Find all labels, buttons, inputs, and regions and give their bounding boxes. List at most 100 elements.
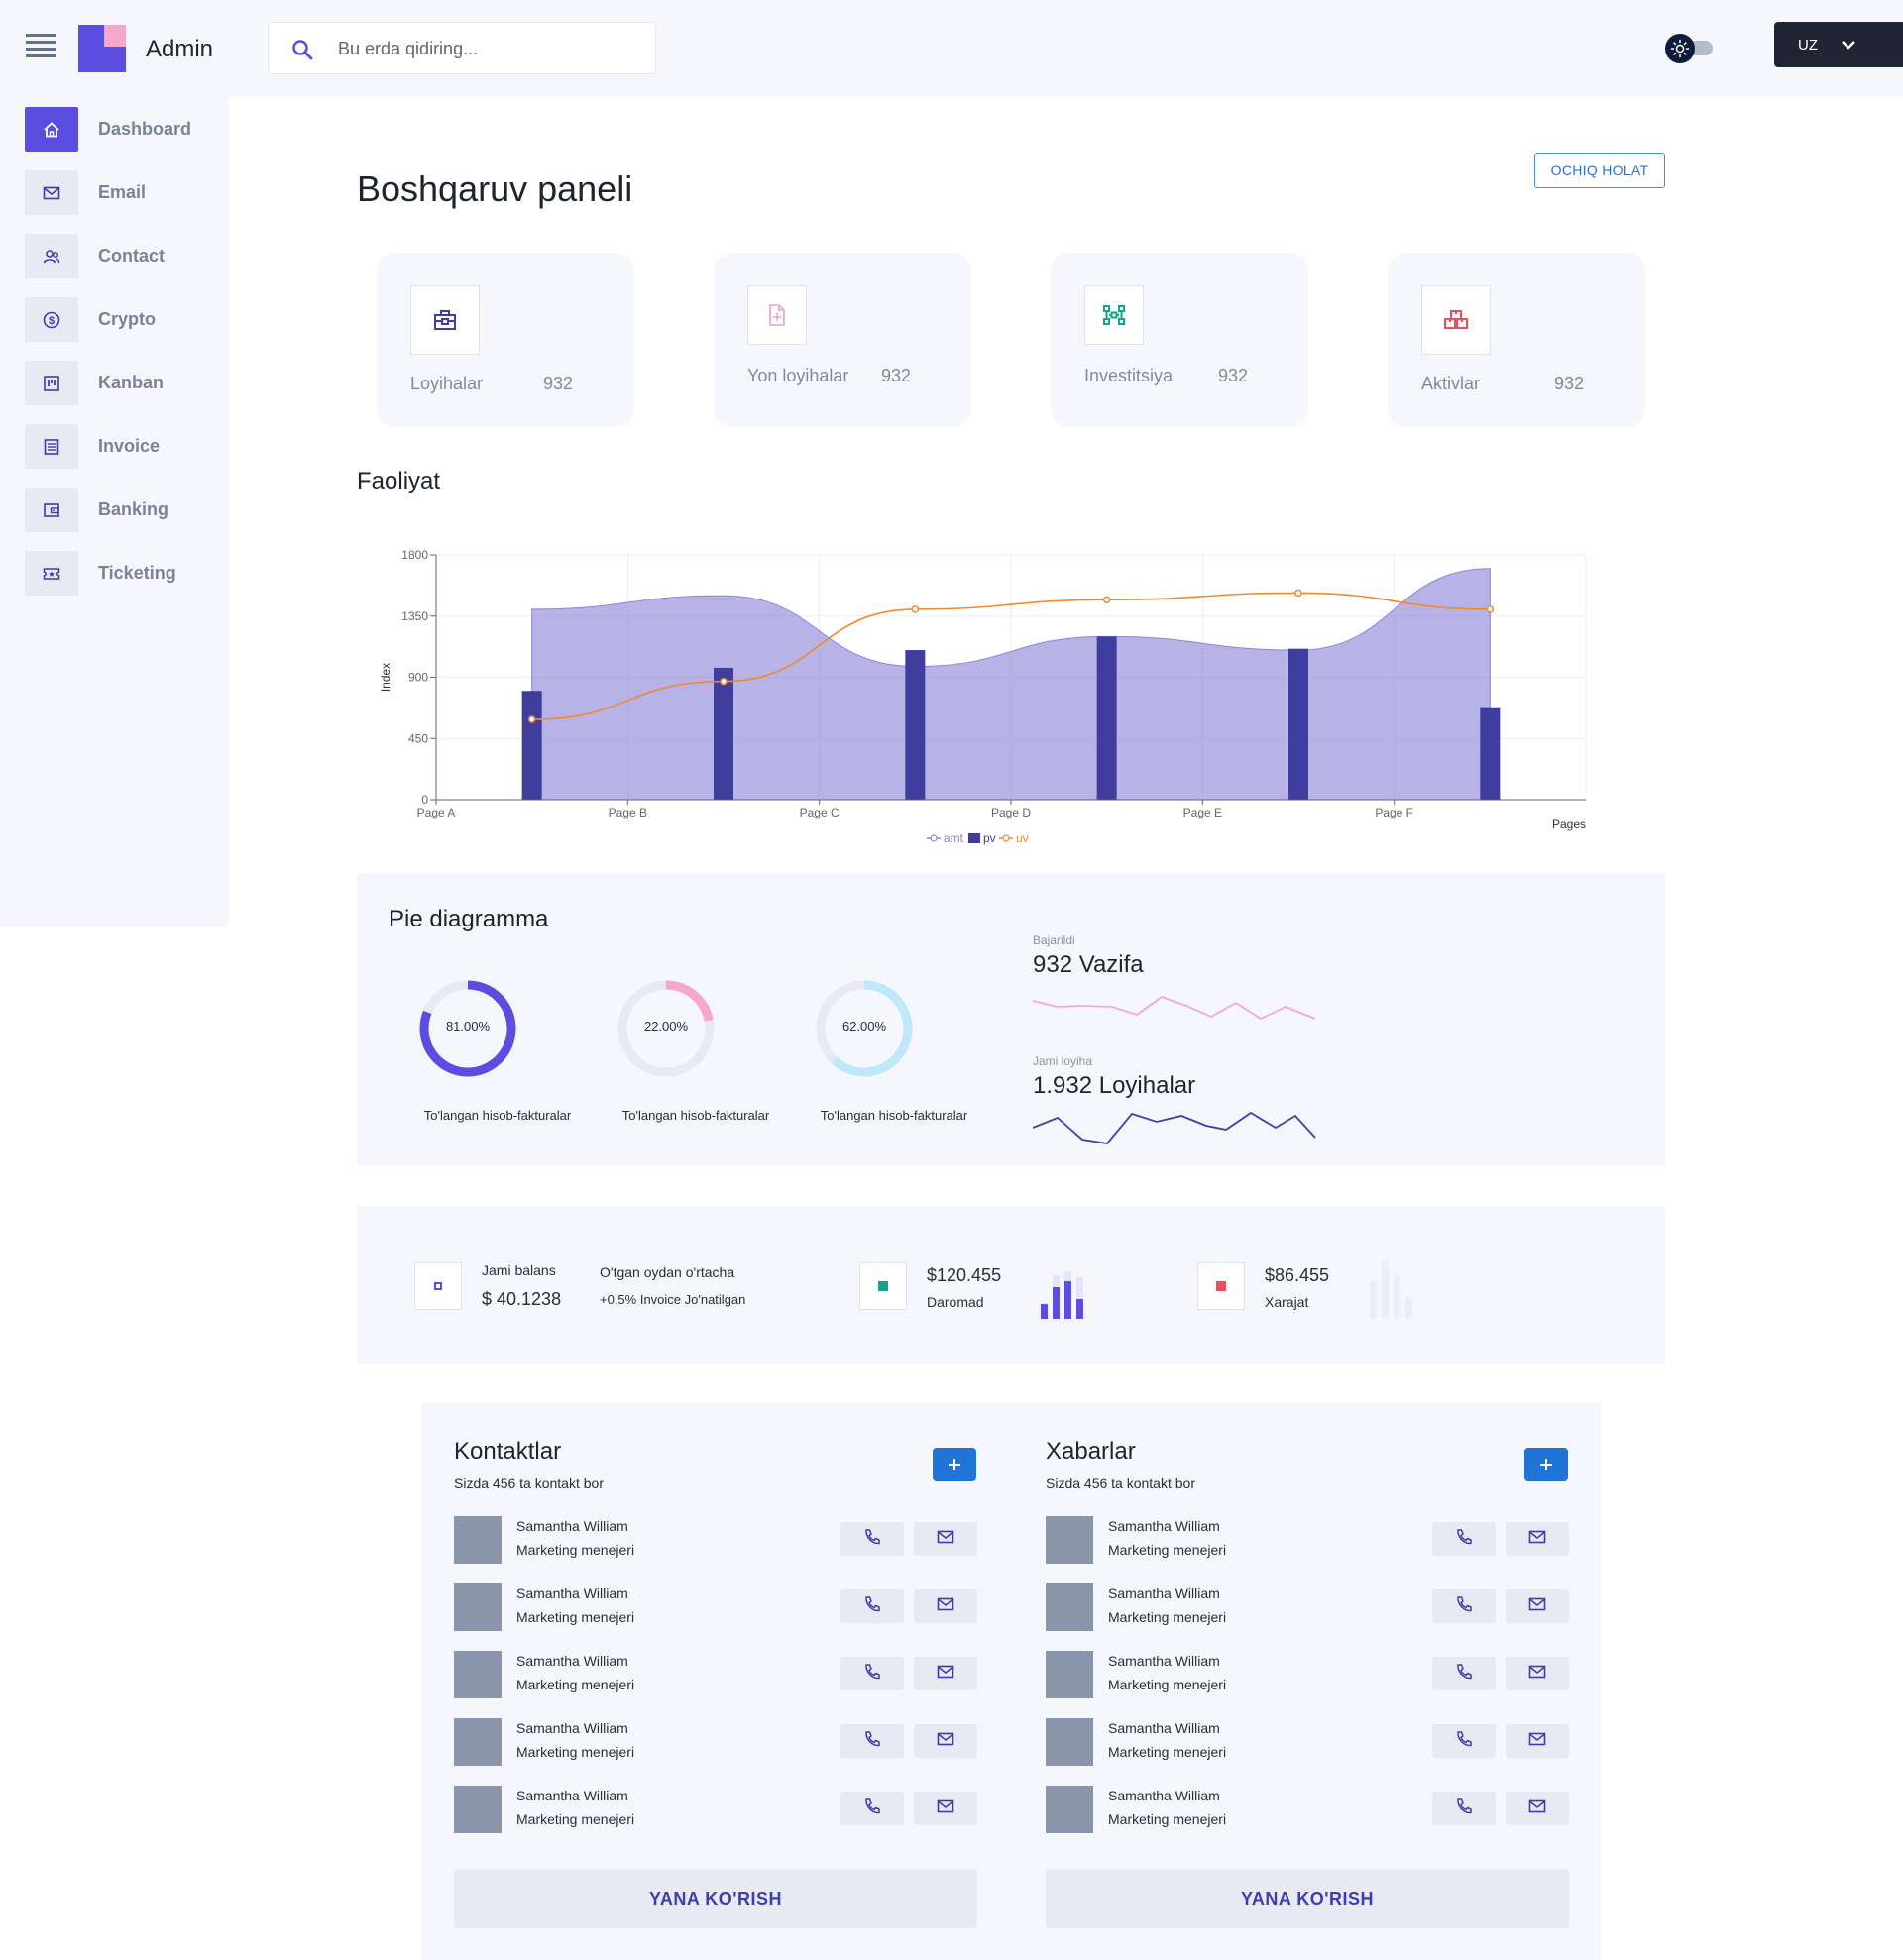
call-button[interactable] — [1432, 1589, 1496, 1623]
avatar — [1046, 1786, 1093, 1833]
mail-icon — [1527, 1527, 1547, 1552]
expense-icon — [1197, 1262, 1245, 1310]
contact-role: Marketing menejeri — [516, 1677, 635, 1692]
language-select[interactable]: UZ — [1774, 22, 1903, 67]
theme-toggle[interactable] — [1665, 34, 1715, 63]
stat-label: Aktivlar — [1421, 374, 1481, 393]
contacts-panel: Kontaktlar Sizda 456 ta kontakt bor Sama… — [421, 1403, 1601, 1960]
contacts-more-button[interactable]: YANA KO'RISH — [454, 1869, 977, 1928]
mail-icon — [1527, 1662, 1547, 1687]
email-button[interactable] — [914, 1657, 977, 1690]
email-button[interactable] — [914, 1589, 977, 1623]
stat-value: 932 — [1554, 374, 1585, 393]
contact-name: Samantha William — [1108, 1653, 1220, 1669]
search-input[interactable] — [338, 37, 635, 60]
state-button[interactable]: OCHIQ HOLAT — [1534, 153, 1665, 188]
contact-name: Samantha William — [516, 1788, 628, 1803]
total-balance-value: $ 40.1238 — [482, 1289, 562, 1309]
projects-sparkline — [1033, 1111, 1316, 1144]
x-tick-label: Page A — [417, 806, 456, 819]
phone-icon — [862, 1797, 882, 1821]
stat-card-assets[interactable]: Aktivlar 932 — [1388, 253, 1645, 427]
donut-label: To'langan hisob-fakturalar — [621, 1108, 770, 1123]
email-button[interactable] — [1506, 1657, 1569, 1690]
legend-label: uv — [1016, 831, 1029, 845]
stat-card-investment[interactable]: Investitsiya 932 — [1051, 253, 1308, 427]
stat-card-side-projects[interactable]: Yon loyihalar 932 — [714, 253, 971, 427]
x-tick-label: Page B — [609, 806, 647, 819]
contact-name: Samantha William — [1108, 1788, 1220, 1803]
contact-role: Marketing menejeri — [1108, 1811, 1227, 1827]
plus-icon — [1540, 1459, 1552, 1470]
call-button[interactable] — [840, 1522, 904, 1556]
call-button[interactable] — [840, 1657, 904, 1690]
mail-icon — [936, 1662, 955, 1687]
network-icon — [1084, 285, 1144, 345]
point-uv — [911, 605, 920, 613]
expense-mini-bars — [1370, 1261, 1412, 1319]
sidebar-item-contact[interactable]: Contact — [25, 234, 223, 278]
sidebar-item-invoice[interactable]: Invoice — [25, 424, 223, 469]
point-uv — [1486, 605, 1495, 613]
add-contact-button[interactable] — [933, 1448, 976, 1481]
y-axis-label: Index — [379, 663, 392, 692]
email-button[interactable] — [1506, 1792, 1569, 1825]
stat-value: 932 — [1218, 366, 1249, 385]
donut-percent: 62.00% — [841, 1019, 887, 1034]
call-button[interactable] — [1432, 1522, 1496, 1556]
list-item: Samantha William Marketing menejeri — [454, 1649, 977, 1700]
income-mini-bars — [1041, 1271, 1083, 1319]
pie-panel: Pie diagramma 81.00% To'langan hisob-fak… — [357, 874, 1665, 1166]
call-button[interactable] — [840, 1724, 904, 1758]
contacts-title: Kontaktlar — [454, 1438, 562, 1465]
page-title: Boshqaruv paneli — [357, 168, 633, 209]
call-button[interactable] — [1432, 1724, 1496, 1758]
call-button[interactable] — [1432, 1792, 1496, 1825]
call-button[interactable] — [840, 1589, 904, 1623]
contact-role: Marketing menejeri — [516, 1542, 635, 1558]
sidebar-item-dashboard[interactable]: Dashboard — [25, 107, 223, 152]
sidebar-item-crypto[interactable]: $ Crypto — [25, 297, 223, 342]
donut-label: To'langan hisob-fakturalar — [423, 1108, 572, 1123]
mail-icon — [25, 170, 78, 215]
list-item: Samantha William Marketing menejeri — [1046, 1784, 1569, 1835]
contact-name: Samantha William — [516, 1653, 628, 1669]
search-box[interactable] — [268, 22, 656, 74]
search-icon — [292, 40, 313, 60]
briefcase-icon — [410, 285, 480, 355]
avatar — [1046, 1718, 1093, 1766]
list-item: Samantha William Marketing menejeri — [1046, 1716, 1569, 1768]
phone-icon — [1454, 1797, 1474, 1821]
sidebar-item-label: Ticketing — [98, 563, 176, 583]
point-uv — [1102, 596, 1111, 604]
income-label: Daromad — [927, 1294, 984, 1310]
email-button[interactable] — [1506, 1589, 1569, 1623]
file-plus-icon — [747, 285, 807, 345]
email-button[interactable] — [914, 1724, 977, 1758]
sidebar-item-ticketing[interactable]: Ticketing — [25, 551, 223, 596]
donut-label: To'langan hisob-fakturalar — [820, 1108, 968, 1123]
list-item: Samantha William Marketing menejeri — [454, 1784, 977, 1835]
sidebar-item-label: Contact — [98, 246, 165, 266]
list-item: Samantha William Marketing menejeri — [454, 1716, 977, 1768]
email-button[interactable] — [914, 1522, 977, 1556]
mail-icon — [936, 1729, 955, 1754]
sidebar-item-email[interactable]: Email — [25, 170, 223, 215]
sidebar-item-kanban[interactable]: Kanban — [25, 361, 223, 405]
messages-more-button[interactable]: YANA KO'RISH — [1046, 1869, 1569, 1928]
ticket-icon — [25, 551, 78, 596]
contact-name: Samantha William — [1108, 1518, 1220, 1534]
add-message-button[interactable] — [1524, 1448, 1568, 1481]
call-button[interactable] — [1432, 1657, 1496, 1690]
phone-icon — [862, 1662, 882, 1687]
email-button[interactable] — [1506, 1724, 1569, 1758]
sidebar-item-banking[interactable]: Banking — [25, 488, 223, 532]
menu-icon[interactable] — [26, 34, 56, 57]
bar-pv — [1288, 648, 1308, 800]
stat-card-projects[interactable]: Loyihalar 932 — [377, 253, 634, 427]
stat-value: 932 — [543, 374, 574, 393]
language-value: UZ — [1798, 37, 1818, 54]
email-button[interactable] — [1506, 1522, 1569, 1556]
email-button[interactable] — [914, 1792, 977, 1825]
call-button[interactable] — [840, 1792, 904, 1825]
